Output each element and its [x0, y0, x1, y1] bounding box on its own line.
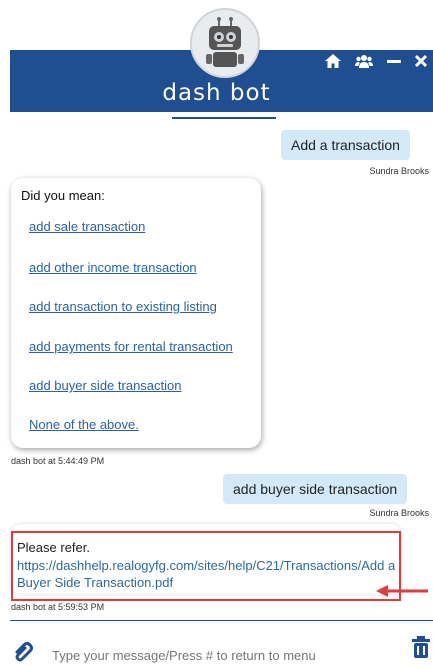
- header-controls: [325, 54, 428, 73]
- input-divider: [10, 620, 433, 621]
- option-add-other-income-transaction[interactable]: add other income transaction: [29, 260, 197, 275]
- home-icon[interactable]: [325, 54, 341, 73]
- help-document-link[interactable]: https://dashhelp.realogyfg.com/sites/hel…: [17, 557, 397, 591]
- bot-avatar: [190, 8, 260, 78]
- bot-message-card: Did you mean: add sale transaction add o…: [11, 178, 261, 448]
- chat-title: dash bot: [162, 80, 271, 106]
- message-sender: Sundra Brooks: [369, 508, 429, 518]
- minimize-icon[interactable]: [387, 54, 401, 73]
- annotation-arrow-icon: [376, 585, 428, 597]
- option-add-transaction-existing-listing[interactable]: add transaction to existing listing: [29, 299, 217, 314]
- trash-icon[interactable]: [412, 636, 430, 663]
- robot-icon: [206, 17, 244, 67]
- message-input[interactable]: [52, 648, 382, 663]
- message-timestamp: dash bot at 5:44:49 PM: [11, 456, 105, 466]
- users-icon[interactable]: [355, 54, 373, 73]
- bot-prompt-text: Did you mean:: [21, 188, 105, 203]
- message-timestamp: dash bot at 5:59:53 PM: [11, 602, 105, 612]
- user-message: Add a transaction: [281, 130, 410, 160]
- option-none-of-the-above[interactable]: None of the above.: [29, 417, 139, 432]
- paperclip-icon[interactable]: [12, 640, 34, 666]
- title-underline: [172, 117, 276, 119]
- option-add-payments-rental[interactable]: add payments for rental transaction: [29, 339, 233, 354]
- bot-reply-text: Please refer.: [17, 540, 90, 555]
- message-sender: Sundra Brooks: [369, 166, 429, 176]
- option-add-buyer-side-transaction[interactable]: add buyer side transaction: [29, 378, 181, 393]
- close-icon[interactable]: [414, 54, 428, 73]
- option-add-sale-transaction[interactable]: add sale transaction: [29, 219, 145, 234]
- user-message: add buyer side transaction: [223, 474, 408, 504]
